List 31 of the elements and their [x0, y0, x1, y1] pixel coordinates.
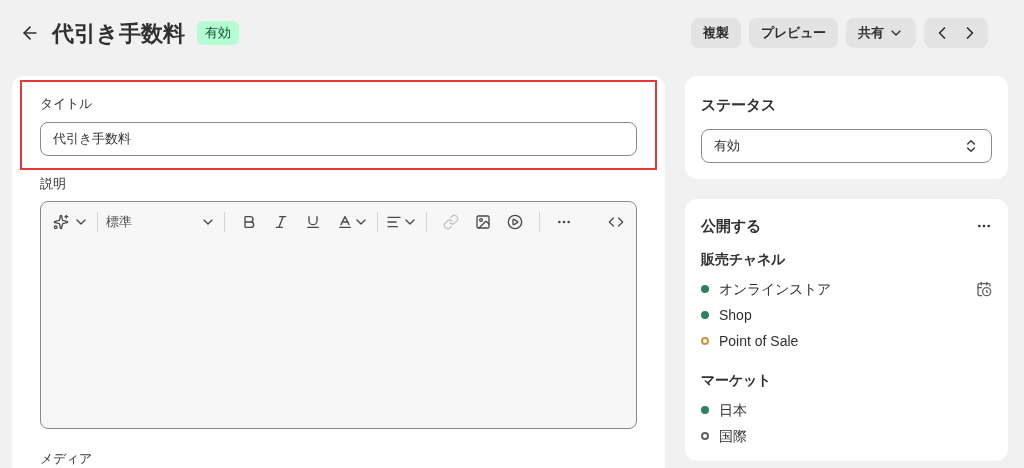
- action-button[interactable]: プレビュー: [749, 18, 838, 48]
- channel-label: Point of Sale: [719, 331, 799, 351]
- field-label: 説明: [40, 174, 67, 193]
- channel-label: 日本: [719, 400, 747, 420]
- rich-text-editor[interactable]: 標準: [40, 201, 637, 429]
- video-icon[interactable]: [507, 214, 523, 230]
- channel-label: オンラインストア: [719, 279, 831, 299]
- channel-label: Shop: [719, 305, 752, 325]
- text-color-icon[interactable]: [337, 214, 353, 230]
- section-heading: 販売チャネル: [701, 250, 786, 269]
- status-badge: 有効: [197, 21, 239, 45]
- align-left-icon[interactable]: [386, 214, 402, 230]
- calendar-clock-icon[interactable]: [976, 281, 992, 297]
- format-select[interactable]: 標準: [106, 212, 216, 232]
- status-select[interactable]: 有効: [701, 128, 992, 163]
- sparkle-icon[interactable]: [53, 214, 69, 230]
- italic-icon[interactable]: [273, 214, 289, 230]
- field-label: メディア: [40, 450, 93, 468]
- share-menu-button[interactable]: 共有: [846, 18, 916, 48]
- image-icon[interactable]: [475, 214, 491, 230]
- action-button[interactable]: 複製: [691, 18, 741, 48]
- card-title: 公開する: [701, 215, 761, 236]
- section-heading: マーケット: [701, 371, 772, 390]
- code-icon[interactable]: [608, 214, 624, 230]
- field-label: タイトル: [40, 95, 93, 113]
- title-input-field[interactable]: 代引き手数料: [40, 121, 637, 156]
- channel-label: 国際: [719, 426, 747, 446]
- page-title: 代引き手数料: [52, 19, 185, 48]
- card-title: ステータス: [701, 95, 777, 115]
- underline-icon[interactable]: [305, 214, 321, 230]
- bold-icon[interactable]: [241, 214, 257, 230]
